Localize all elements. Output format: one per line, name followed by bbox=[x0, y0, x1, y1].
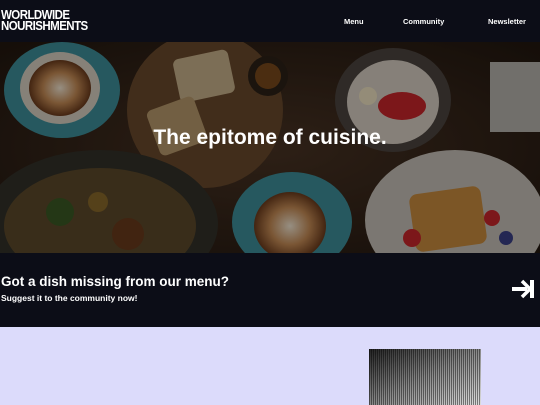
hero-banner: The epitome of cuisine. bbox=[0, 42, 540, 253]
nav-menu-link[interactable]: Menu bbox=[344, 17, 364, 26]
nav-community-link[interactable]: Community bbox=[403, 17, 444, 26]
suggest-dish-banner bbox=[0, 253, 540, 327]
hero-title: The epitome of cuisine. bbox=[153, 126, 387, 149]
site-header: WORLDWIDE NOURISHMENTS Menu Community Ne… bbox=[0, 0, 540, 42]
arrow-right-to-bar-icon[interactable] bbox=[510, 278, 536, 300]
cta-subtitle: Suggest it to the community now! bbox=[1, 293, 138, 303]
nav-newsletter-link[interactable]: Newsletter bbox=[488, 17, 526, 26]
logo-line-2: NOURISHMENTS bbox=[1, 19, 88, 33]
cta-title: Got a dish missing from our menu? bbox=[1, 274, 230, 289]
grayscale-image bbox=[369, 349, 481, 405]
site-logo[interactable]: WORLDWIDE NOURISHMENTS bbox=[1, 9, 88, 33]
